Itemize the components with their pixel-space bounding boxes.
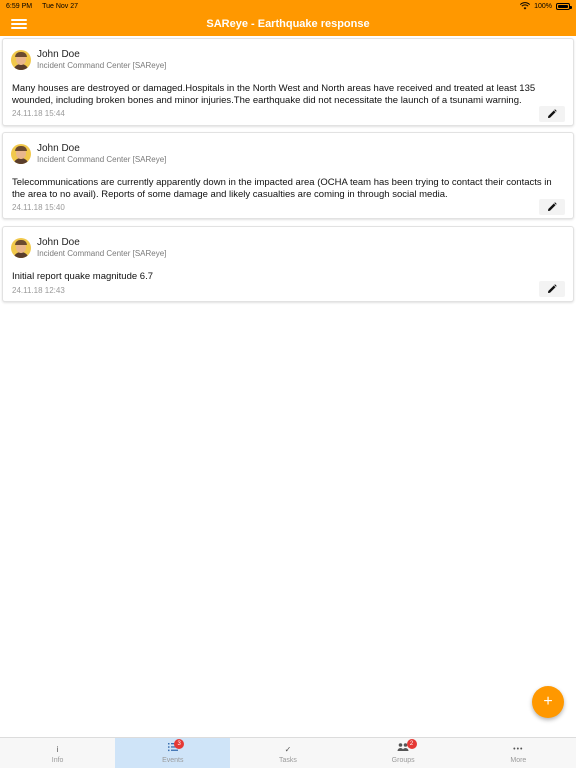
tab-label: Events (162, 757, 184, 764)
event-feed[interactable]: John Doe Incident Command Center [SAReye… (0, 36, 576, 737)
event-timestamp: 24.11.18 15:44 (12, 109, 65, 118)
groups-badge: 2 (406, 739, 417, 749)
status-time: 6:59 PM (6, 2, 33, 10)
hamburger-menu-icon[interactable] (10, 17, 28, 31)
status-date: Tue Nov 27 (42, 2, 79, 10)
event-message: Initial report quake magnitude 6.7 (12, 271, 154, 282)
author-block: John Doe Incident Command Center [SAReye… (37, 237, 166, 258)
author-name: John Doe (37, 143, 80, 154)
tab-groups[interactable]: 2 Groups (346, 738, 461, 768)
battery-icon (556, 2, 572, 10)
tab-more[interactable]: ••• More (461, 738, 576, 768)
edit-button[interactable] (539, 281, 565, 297)
pencil-icon (548, 284, 557, 293)
author-block: John Doe Incident Command Center [SAReye… (37, 143, 166, 164)
tab-label: More (510, 757, 527, 764)
avatar[interactable] (11, 237, 31, 258)
tab-label: Tasks (279, 757, 297, 764)
page-title: SAReye - Earthquake response (206, 18, 370, 30)
author-organization: Incident Command Center [SAReye] (37, 155, 167, 164)
author-organization: Incident Command Center [SAReye] (37, 249, 167, 258)
pencil-icon (548, 109, 557, 118)
card-header: John Doe Incident Command Center [SAReye… (3, 227, 573, 258)
card-header: John Doe Incident Command Center [SAReye… (3, 39, 573, 70)
event-message: Telecommunications are currently apparen… (12, 177, 552, 200)
event-timestamp: 24.11.18 12:43 (12, 285, 65, 295)
event-card: John Doe Incident Command Center [SAReye… (2, 38, 574, 126)
pencil-icon (548, 202, 557, 211)
event-timestamp: 24.11.18 15:40 (12, 203, 65, 212)
info-icon: i (56, 744, 59, 754)
edit-button[interactable] (539, 106, 565, 122)
tab-events[interactable]: 3 Events (115, 738, 231, 768)
add-event-button[interactable]: + (532, 686, 564, 718)
avatar[interactable] (11, 49, 31, 70)
status-bar: 6:59 PM Tue Nov 27 100% (0, 0, 576, 12)
bottom-tab-bar: i Info 3 Events ✓ Tasks 2 Groups ••• Mor… (0, 737, 576, 768)
tab-label: Info (51, 757, 64, 764)
checkmark-icon: ✓ (284, 744, 292, 754)
event-card: John Doe Incident Command Center [SAReye… (2, 226, 574, 302)
tab-tasks[interactable]: ✓ Tasks (230, 738, 345, 768)
plus-icon: + (543, 693, 553, 710)
avatar[interactable] (11, 143, 31, 164)
status-right: 100% (520, 2, 572, 10)
author-block: John Doe Incident Command Center [SAReye… (37, 49, 166, 70)
event-message: Many houses are destroyed or damaged.Hos… (12, 83, 536, 106)
card-header: John Doe Incident Command Center [SAReye… (3, 133, 573, 164)
tab-info[interactable]: i Info (0, 738, 115, 768)
tab-label: Groups (391, 757, 415, 764)
events-badge: 3 (174, 739, 185, 749)
app-bar: SAReye - Earthquake response (0, 12, 576, 36)
more-dots-icon: ••• (513, 745, 524, 753)
event-card: John Doe Incident Command Center [SAReye… (2, 132, 574, 219)
edit-button[interactable] (539, 199, 565, 215)
author-name: John Doe (37, 49, 80, 60)
author-organization: Incident Command Center [SAReye] (37, 61, 167, 70)
battery-percent: 100% (534, 2, 552, 10)
author-name: John Doe (37, 237, 80, 248)
wifi-icon (520, 2, 531, 10)
